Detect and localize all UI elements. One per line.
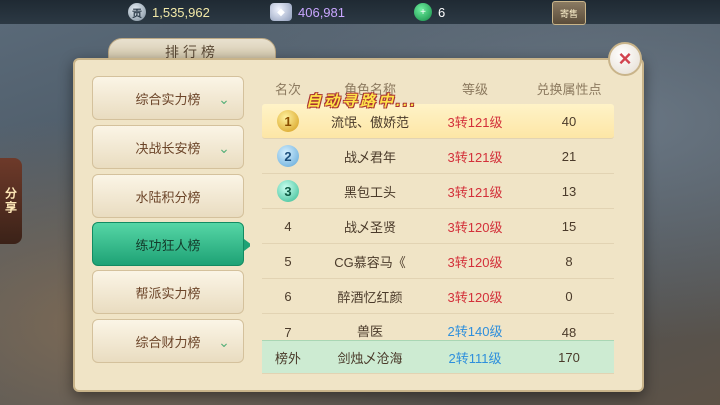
tab-overall-strength[interactable]: 综合实力榜 ⌄ xyxy=(92,76,244,120)
self-level: 2转111级 xyxy=(448,350,502,366)
player-points: 0 xyxy=(565,288,573,304)
player-level: 3转120级 xyxy=(447,219,503,235)
table-row[interactable]: 5 CG慕容马《 3转120级 8 xyxy=(262,244,614,279)
self-rank: 榜外 xyxy=(274,350,301,366)
player-rank: 5 xyxy=(284,253,292,269)
silver-medal-icon: 2 xyxy=(277,145,299,167)
silver-resource: ◆ 406,981 xyxy=(270,2,345,22)
tab-label: 帮派实力榜 xyxy=(135,285,201,301)
chevron-down-icon: ⌄ xyxy=(218,334,230,350)
player-name: 战乄君年 xyxy=(343,149,396,165)
player-name: 战乄圣贤 xyxy=(343,219,396,235)
tab-label: 练功狂人榜 xyxy=(135,237,201,253)
player-name: 醉酒忆红颜 xyxy=(337,289,403,305)
tab-label: 决战长安榜 xyxy=(135,140,201,156)
player-level: 3转121级 xyxy=(447,184,503,200)
player-points: 15 xyxy=(561,218,577,234)
player-points: 21 xyxy=(561,148,577,164)
player-rank: 7 xyxy=(284,325,292,340)
player-level: 2转140级 xyxy=(447,324,503,339)
share-tab[interactable]: 分享 xyxy=(0,158,22,244)
jade-resource: + 6 xyxy=(414,2,445,22)
tab-guild-strength[interactable]: 帮派实力榜 xyxy=(92,270,244,314)
self-points: 170 xyxy=(558,349,580,365)
tab-changan-battle[interactable]: 决战长安榜 ⌄ xyxy=(92,125,244,169)
silver-ingot-icon: ◆ xyxy=(270,3,292,21)
close-button[interactable]: × xyxy=(608,42,642,76)
player-rank: 4 xyxy=(284,218,292,234)
player-name: 黑包工头 xyxy=(343,184,396,200)
player-name: CG慕容马《 xyxy=(334,254,406,270)
player-level: 3转120级 xyxy=(447,289,503,305)
tab-label: 水陆积分榜 xyxy=(135,189,201,205)
resource-bar: 贡 1,535,962 ◆ 406,981 + 6 寄售 xyxy=(0,0,720,25)
tab-overall-wealth[interactable]: 综合财力榜 ⌄ xyxy=(92,319,244,363)
player-name: 兽医 xyxy=(356,324,383,339)
self-name: 剑烛乄沧海 xyxy=(337,350,403,366)
gold-medal-icon: 1 xyxy=(277,110,299,132)
chevron-down-icon: ⌄ xyxy=(218,91,230,107)
header-points: 兑换属性点 xyxy=(536,81,602,97)
table-row[interactable]: 4 战乄圣贤 3转120级 15 xyxy=(262,209,614,244)
table-row[interactable]: 2 战乄君年 3转121级 21 xyxy=(262,139,614,174)
player-points: 40 xyxy=(561,113,577,129)
player-points: 8 xyxy=(565,253,573,269)
copper-value: 1,535,962 xyxy=(152,4,210,20)
category-tab-list: 综合实力榜 ⌄ 决战长安榜 ⌄ 水陆积分榜 练功狂人榜 帮派实力榜 综合财力榜 … xyxy=(88,70,250,380)
copper-resource: 贡 1,535,962 xyxy=(128,2,210,22)
header-level: 等级 xyxy=(461,81,488,97)
ranking-table: 名次 角色名称 等级 兑换属性点 1 流氓、傲娇范 3转121级 40 2 战乄… xyxy=(262,76,614,374)
consignment-button[interactable]: 寄售 xyxy=(552,1,586,25)
player-points: 13 xyxy=(561,183,577,199)
tab-water-land-points[interactable]: 水陆积分榜 xyxy=(92,174,244,218)
chevron-down-icon: ⌄ xyxy=(218,140,230,156)
self-rank-row: 榜外 剑烛乄沧海 2转111级 170 xyxy=(262,340,614,374)
jade-value: 6 xyxy=(438,4,446,20)
tab-label: 综合实力榜 xyxy=(135,91,201,107)
copper-coin-icon: 贡 xyxy=(128,3,146,21)
tab-training-master[interactable]: 练功狂人榜 xyxy=(92,222,250,266)
table-row[interactable]: 7 兽医 2转140级 48 xyxy=(262,314,614,341)
table-row[interactable]: 6 醉酒忆红颜 3转120级 0 xyxy=(262,279,614,314)
tab-label: 综合财力榜 xyxy=(135,334,201,350)
player-points: 48 xyxy=(561,325,577,340)
auto-pathfinding-indicator: 自动寻路中... xyxy=(306,93,418,110)
bronze-medal-icon: 3 xyxy=(277,180,299,202)
silver-value: 406,981 xyxy=(298,4,345,20)
player-level: 3转121级 xyxy=(447,149,503,165)
player-rank: 6 xyxy=(284,288,292,304)
table-row[interactable]: 3 黑包工头 3转121级 13 xyxy=(262,174,614,209)
player-level: 3转121级 xyxy=(447,114,503,130)
player-level: 3转120级 xyxy=(447,254,503,270)
jade-plus-icon[interactable]: + xyxy=(414,3,432,21)
